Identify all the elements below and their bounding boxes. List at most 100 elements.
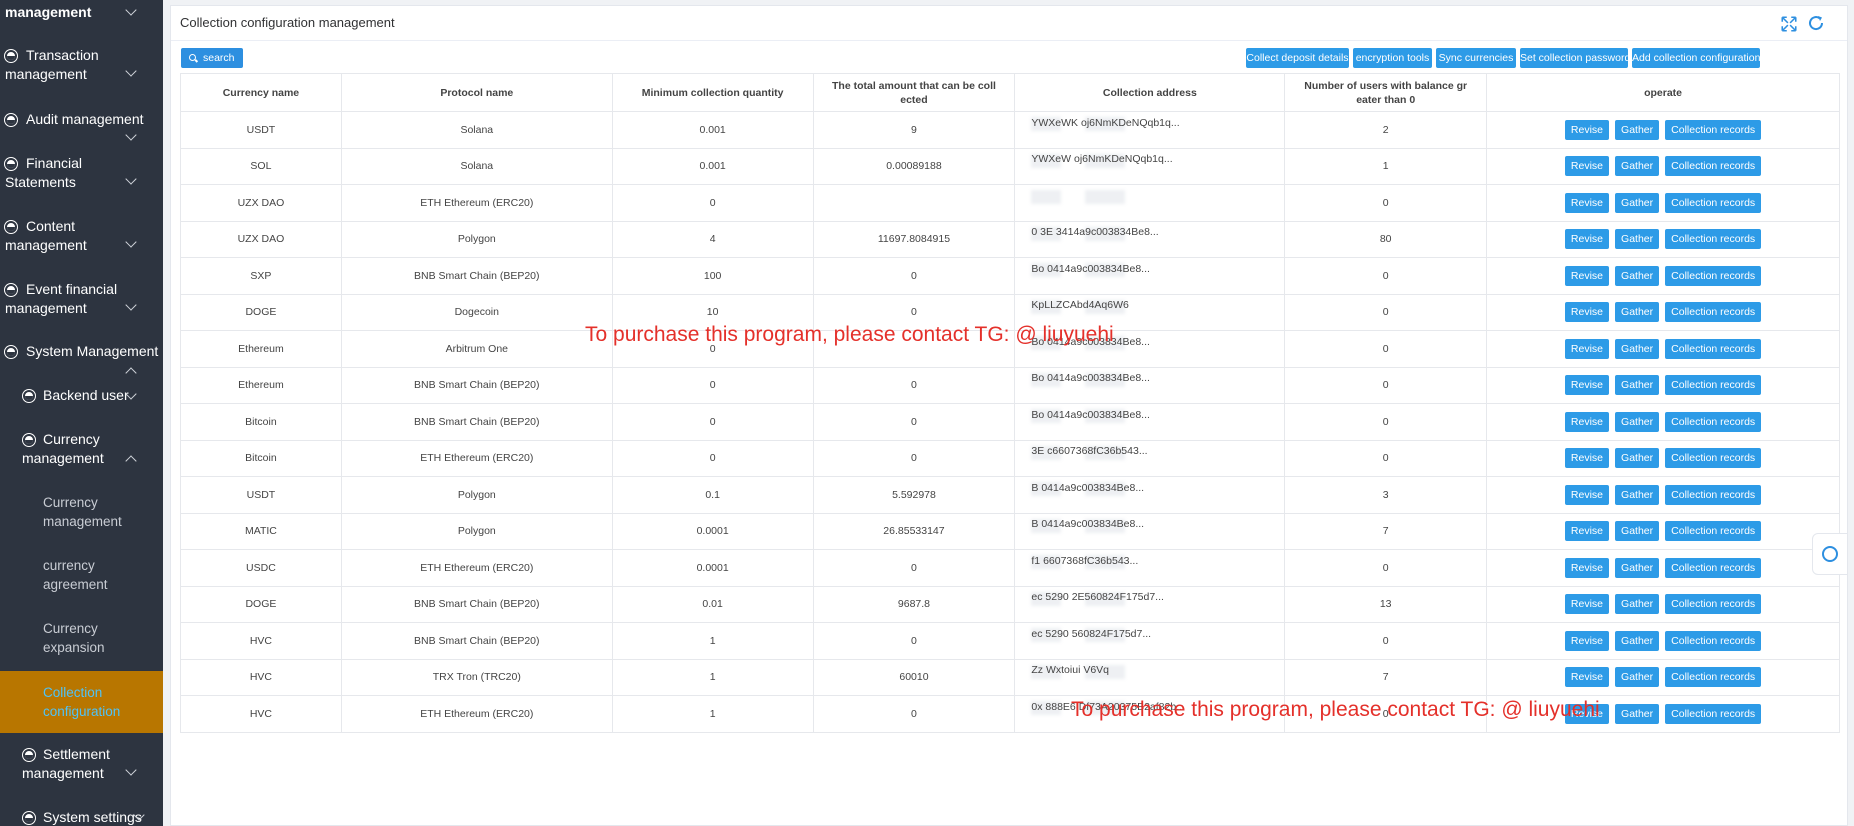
gather-button[interactable]: Gather <box>1615 484 1660 505</box>
search-icon <box>189 54 196 61</box>
gather-button[interactable]: Gather <box>1615 156 1660 177</box>
revise-button[interactable]: Revise <box>1564 594 1610 615</box>
sidebar-item-content-management[interactable]: Content management <box>0 217 163 257</box>
cell-total-amount: 0 <box>812 695 1016 733</box>
sidebar-subitem-currency-expansion[interactable]: Currency expansion <box>43 619 105 657</box>
sidebar-subitem-label: management <box>43 514 122 529</box>
collection-records-button[interactable]: Collection records <box>1665 192 1762 213</box>
search-button[interactable]: search <box>181 48 243 68</box>
cell-minimum-quantity: 0 <box>611 184 814 222</box>
collection-records-button[interactable]: Collection records <box>1665 667 1762 688</box>
revise-button[interactable]: Revise <box>1564 521 1610 542</box>
sidebar-item-system-management[interactable]: System Management <box>0 342 163 379</box>
sidebar-item-event-financial-management[interactable]: Event financial management <box>0 280 163 320</box>
sidebar-item-backend-user[interactable]: Backend user <box>0 386 163 408</box>
collection-records-button[interactable]: Collection records <box>1665 484 1762 505</box>
gather-button[interactable]: Gather <box>1615 630 1660 651</box>
revise-button[interactable]: Revise <box>1564 667 1610 688</box>
circle-half-icon <box>5 284 17 296</box>
cell-currency-name: DOGE <box>180 293 342 331</box>
sidebar-item-management[interactable]: management <box>5 3 163 22</box>
collection-records-button[interactable]: Collection records <box>1665 119 1762 140</box>
sidebar-item-settlement-management[interactable]: Settlement management <box>0 745 163 785</box>
revise-button[interactable]: Revise <box>1564 338 1610 359</box>
revise-button[interactable]: Revise <box>1564 229 1610 250</box>
collection-records-button[interactable]: Collection records <box>1665 229 1762 250</box>
table-row: UZX DAO Polygon 4 11697.8084915 0 3E 3414a9c… <box>180 220 1840 258</box>
collection-records-button[interactable]: Collection records <box>1665 375 1762 396</box>
gather-button[interactable]: Gather <box>1615 411 1660 432</box>
column-header-minimum-collection-quantity: Minimum collection quantity <box>611 73 814 112</box>
sidebar-item-transaction-management[interactable]: Transaction management <box>0 46 163 86</box>
watermark-text: To purchase this program, please contact… <box>1071 698 1600 721</box>
table-row: UZX DAO ETH Ethereum (ERC20) 0 0 Revise Gath… <box>180 184 1840 222</box>
collection-records-button[interactable]: Collection records <box>1665 557 1762 578</box>
sidebar-item-financial-statements[interactable]: Financial Statements <box>0 154 163 194</box>
collection-records-button[interactable]: Collection records <box>1665 265 1762 286</box>
gather-button[interactable]: Gather <box>1615 448 1660 469</box>
gather-button[interactable]: Gather <box>1615 521 1660 542</box>
cell-total-amount: 0 <box>812 403 1016 441</box>
cell-total-amount: 0 <box>812 549 1016 587</box>
revise-button[interactable]: Revise <box>1564 156 1610 177</box>
sidebar-item-system-settings[interactable]: System settings <box>0 808 163 826</box>
sidebar-item-label: System Management <box>26 343 159 359</box>
cell-protocol-name: Solana <box>340 111 613 149</box>
column-header-total-amount: The total amount that can be coll ected <box>812 73 1016 112</box>
gather-button[interactable]: Gather <box>1615 703 1660 724</box>
collection-records-button[interactable]: Collection records <box>1665 521 1762 542</box>
gather-button[interactable]: Gather <box>1615 594 1660 615</box>
sidebar-subitem-currency-agreement[interactable]: currency agreement <box>43 556 108 594</box>
revise-button[interactable]: Revise <box>1564 192 1610 213</box>
revise-button[interactable]: Revise <box>1564 630 1610 651</box>
cell-protocol-name: BNB Smart Chain (BEP20) <box>340 403 613 441</box>
gather-button[interactable]: Gather <box>1615 375 1660 396</box>
fullscreen-icon[interactable] <box>1780 15 1798 33</box>
revise-button[interactable]: Revise <box>1564 448 1610 469</box>
revise-button[interactable]: Revise <box>1564 484 1610 505</box>
collect-deposit-details-button[interactable]: Collect deposit details <box>1246 48 1349 68</box>
revise-button[interactable]: Revise <box>1564 119 1610 140</box>
gather-button[interactable]: Gather <box>1615 229 1660 250</box>
gather-button[interactable]: Gather <box>1615 192 1660 213</box>
gather-button[interactable]: Gather <box>1615 302 1660 323</box>
set-collection-password-button[interactable]: Set collection password <box>1520 48 1630 68</box>
circle-half-icon <box>5 221 17 233</box>
collection-records-button[interactable]: Collection records <box>1665 156 1762 177</box>
column-header-collection-address: Collection address <box>1014 73 1286 112</box>
encryption-tools-button[interactable]: encryption tools <box>1353 48 1432 68</box>
floating-assistant-button[interactable] <box>1812 533 1848 575</box>
sidebar-item-audit-management[interactable]: Audit management <box>0 110 163 141</box>
gather-button[interactable]: Gather <box>1615 667 1660 688</box>
collection-records-button[interactable]: Collection records <box>1665 630 1762 651</box>
sidebar-item-currency-management[interactable]: Currency management <box>0 430 163 470</box>
address-part: 0414a9c003834Be8... <box>1047 372 1150 385</box>
sidebar-subitem-collection-configuration[interactable]: Collection configuration <box>43 683 120 721</box>
table-row: Bitcoin ETH Ethereum (ERC20) 0 0 3E c660736… <box>180 439 1840 477</box>
gather-button[interactable]: Gather <box>1615 265 1660 286</box>
revise-button[interactable]: Revise <box>1564 411 1610 432</box>
cell-operate: Revise Gather Collection records <box>1486 257 1840 295</box>
collection-records-button[interactable]: Collection records <box>1665 448 1762 469</box>
gather-button[interactable]: Gather <box>1615 557 1660 578</box>
gather-button[interactable]: Gather <box>1615 119 1660 140</box>
revise-button[interactable]: Revise <box>1564 557 1610 578</box>
revise-button[interactable]: Revise <box>1564 302 1610 323</box>
cell-protocol-name: Polygon <box>340 476 613 514</box>
sidebar-subitem-currency-management[interactable]: Currency management <box>43 493 122 531</box>
revise-button[interactable]: Revise <box>1564 375 1610 396</box>
collection-records-button[interactable]: Collection records <box>1665 411 1762 432</box>
collection-records-button[interactable]: Collection records <box>1665 594 1762 615</box>
sync-currencies-button[interactable]: Sync currencies <box>1436 48 1516 68</box>
collection-records-button[interactable]: Collection records <box>1665 703 1762 724</box>
cell-user-count: 7 <box>1284 512 1488 550</box>
collection-records-button[interactable]: Collection records <box>1665 302 1762 323</box>
collection-records-button[interactable]: Collection records <box>1665 338 1762 359</box>
cell-user-count: 0 <box>1284 330 1488 368</box>
cell-protocol-name: BNB Smart Chain (BEP20) <box>340 622 613 660</box>
cell-operate: Revise Gather Collection records <box>1486 147 1840 185</box>
refresh-icon[interactable] <box>1807 14 1825 32</box>
add-collection-configuration-button[interactable]: Add collection configuration <box>1632 48 1760 68</box>
revise-button[interactable]: Revise <box>1564 265 1610 286</box>
gather-button[interactable]: Gather <box>1615 338 1660 359</box>
